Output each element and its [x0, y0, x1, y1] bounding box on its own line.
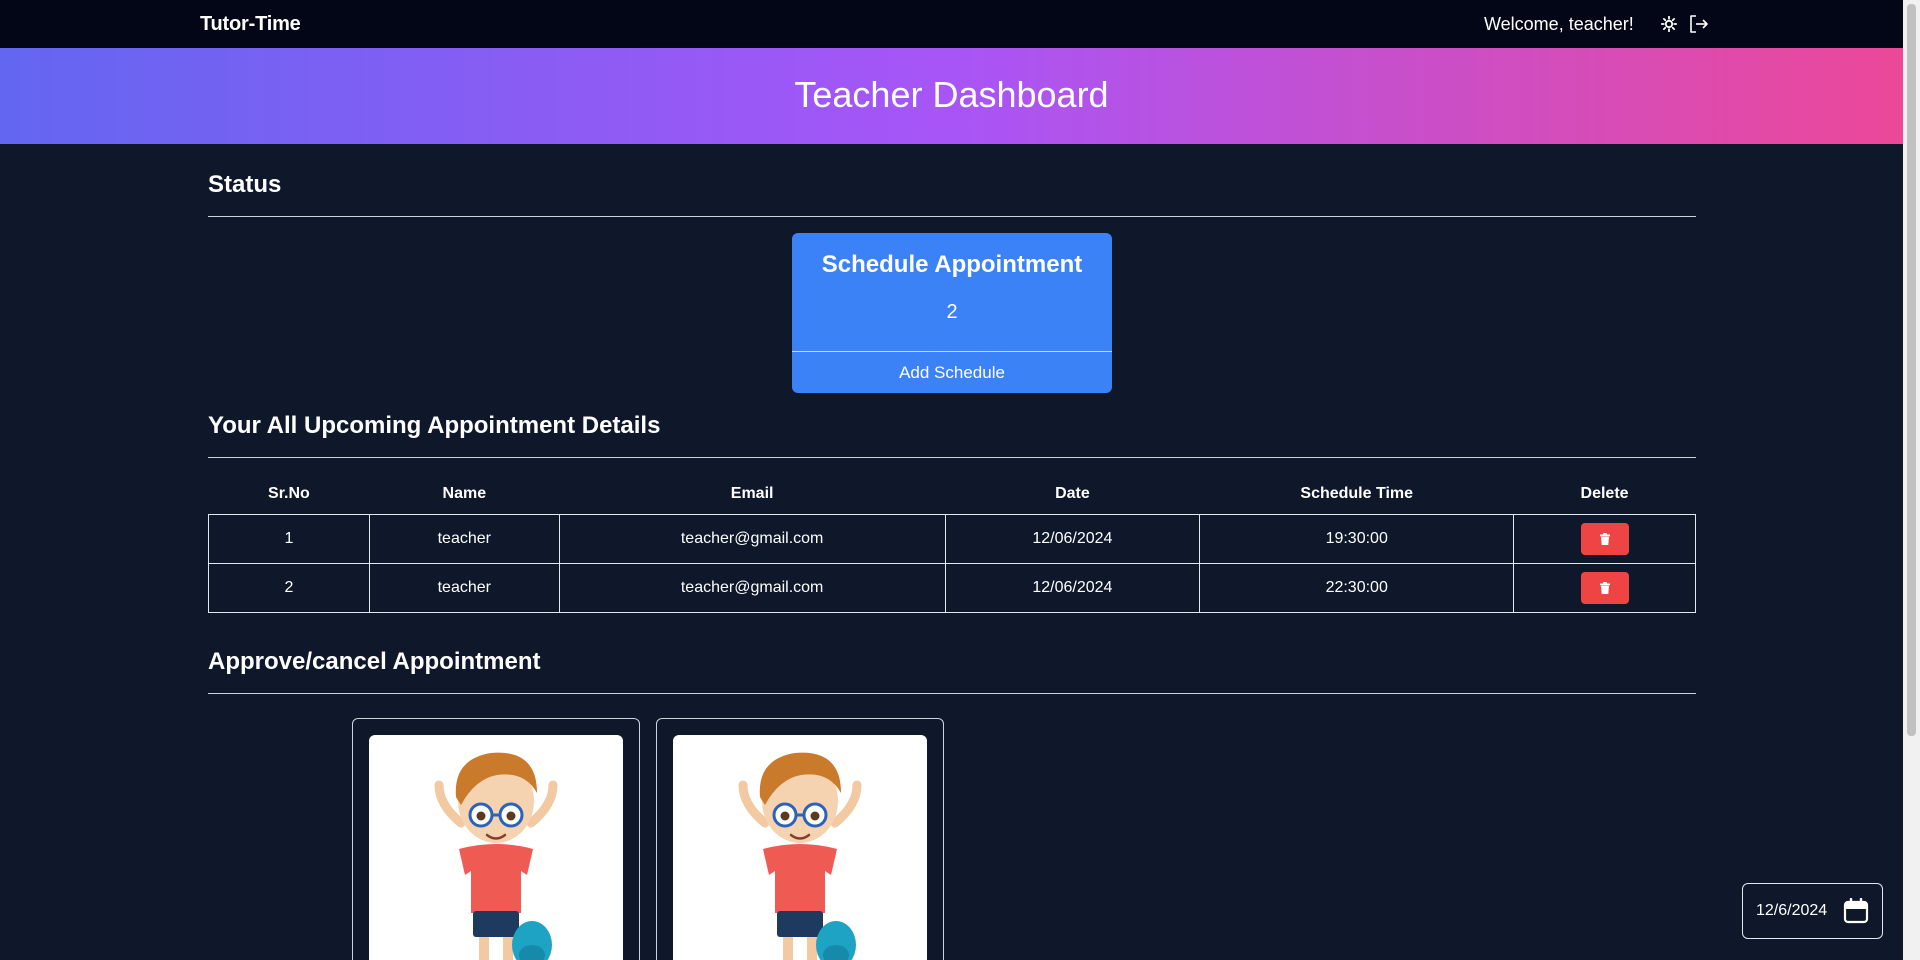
column-header-delete: Delete	[1580, 484, 1629, 502]
approve-divider	[208, 693, 1696, 694]
appointments-table-wrapper: Sr.No Name Email Date Schedule Time Dele…	[208, 474, 1696, 613]
trash-icon	[1599, 581, 1610, 594]
navbar-actions: Welcome, teacher!	[1484, 12, 1710, 36]
column-header-time: Schedule Time	[1300, 484, 1414, 502]
cell-delete	[1513, 562, 1696, 613]
date-value: 12/6/2024	[1756, 902, 1828, 919]
cell-email: teacher@gmail.com	[558, 513, 946, 564]
appointment-request-card[interactable]	[656, 718, 944, 960]
status-divider	[208, 216, 1696, 217]
appointments-divider	[208, 457, 1696, 458]
trash-icon	[1599, 532, 1610, 545]
date-picker-button[interactable]: 12/6/2024	[1742, 883, 1883, 939]
cell-email: teacher@gmail.com	[558, 562, 946, 613]
sun-icon[interactable]	[1658, 13, 1680, 35]
schedule-card-count: 2	[946, 301, 958, 323]
cell-srno: 1	[208, 513, 370, 564]
schedule-card-title: Schedule Appointment	[821, 251, 1083, 278]
cell-name: teacher	[368, 513, 560, 564]
appointment-request-card[interactable]	[352, 718, 640, 960]
approve-heading: Approve/cancel Appointment	[208, 648, 541, 675]
cell-srno: 2	[208, 562, 370, 613]
cell-delete	[1513, 513, 1696, 564]
delete-button[interactable]	[1580, 571, 1629, 604]
student-avatar-image	[673, 735, 927, 960]
schedule-appointment-card: Schedule Appointment 2 Add Schedule	[792, 233, 1112, 393]
cell-time: 22:30:00	[1199, 562, 1515, 613]
table-row: 2 teacher teacher@gmail.com 12/06/2024 2…	[208, 562, 1696, 613]
hero-banner: Teacher Dashboard	[0, 48, 1903, 144]
cell-date: 12/06/2024	[944, 562, 1201, 613]
table-header-row: Sr.No Name Email Date Schedule Time Dele…	[209, 474, 1696, 514]
brand-logo[interactable]: Tutor-Time	[200, 13, 301, 36]
cell-time: 19:30:00	[1199, 513, 1515, 564]
status-heading: Status	[208, 171, 282, 198]
appointments-heading: Your All Upcoming Appointment Details	[208, 412, 661, 439]
column-header-name: Name	[442, 484, 487, 502]
calendar-icon	[1843, 897, 1869, 929]
logout-icon[interactable]	[1688, 13, 1710, 35]
page-scrollbar[interactable]	[1903, 0, 1920, 960]
scrollbar-thumb[interactable]	[1907, 4, 1916, 736]
student-avatar-image	[369, 735, 623, 960]
table-row: 1 teacher teacher@gmail.com 12/06/2024 1…	[208, 513, 1696, 564]
welcome-message: Welcome, teacher!	[1484, 13, 1634, 34]
column-header-srno: Sr.No	[268, 484, 310, 502]
page-title: Teacher Dashboard	[794, 74, 1109, 115]
column-header-date: Date	[1055, 484, 1090, 502]
cell-date: 12/06/2024	[944, 513, 1201, 564]
add-schedule-button[interactable]: Add Schedule	[792, 352, 1112, 393]
cell-name: teacher	[368, 562, 560, 613]
top-navbar: Tutor-Time Welcome, teacher!	[0, 0, 1903, 48]
delete-button[interactable]	[1580, 522, 1629, 555]
column-header-email: Email	[730, 484, 774, 502]
appointments-table: Sr.No Name Email Date Schedule Time Dele…	[208, 474, 1696, 613]
